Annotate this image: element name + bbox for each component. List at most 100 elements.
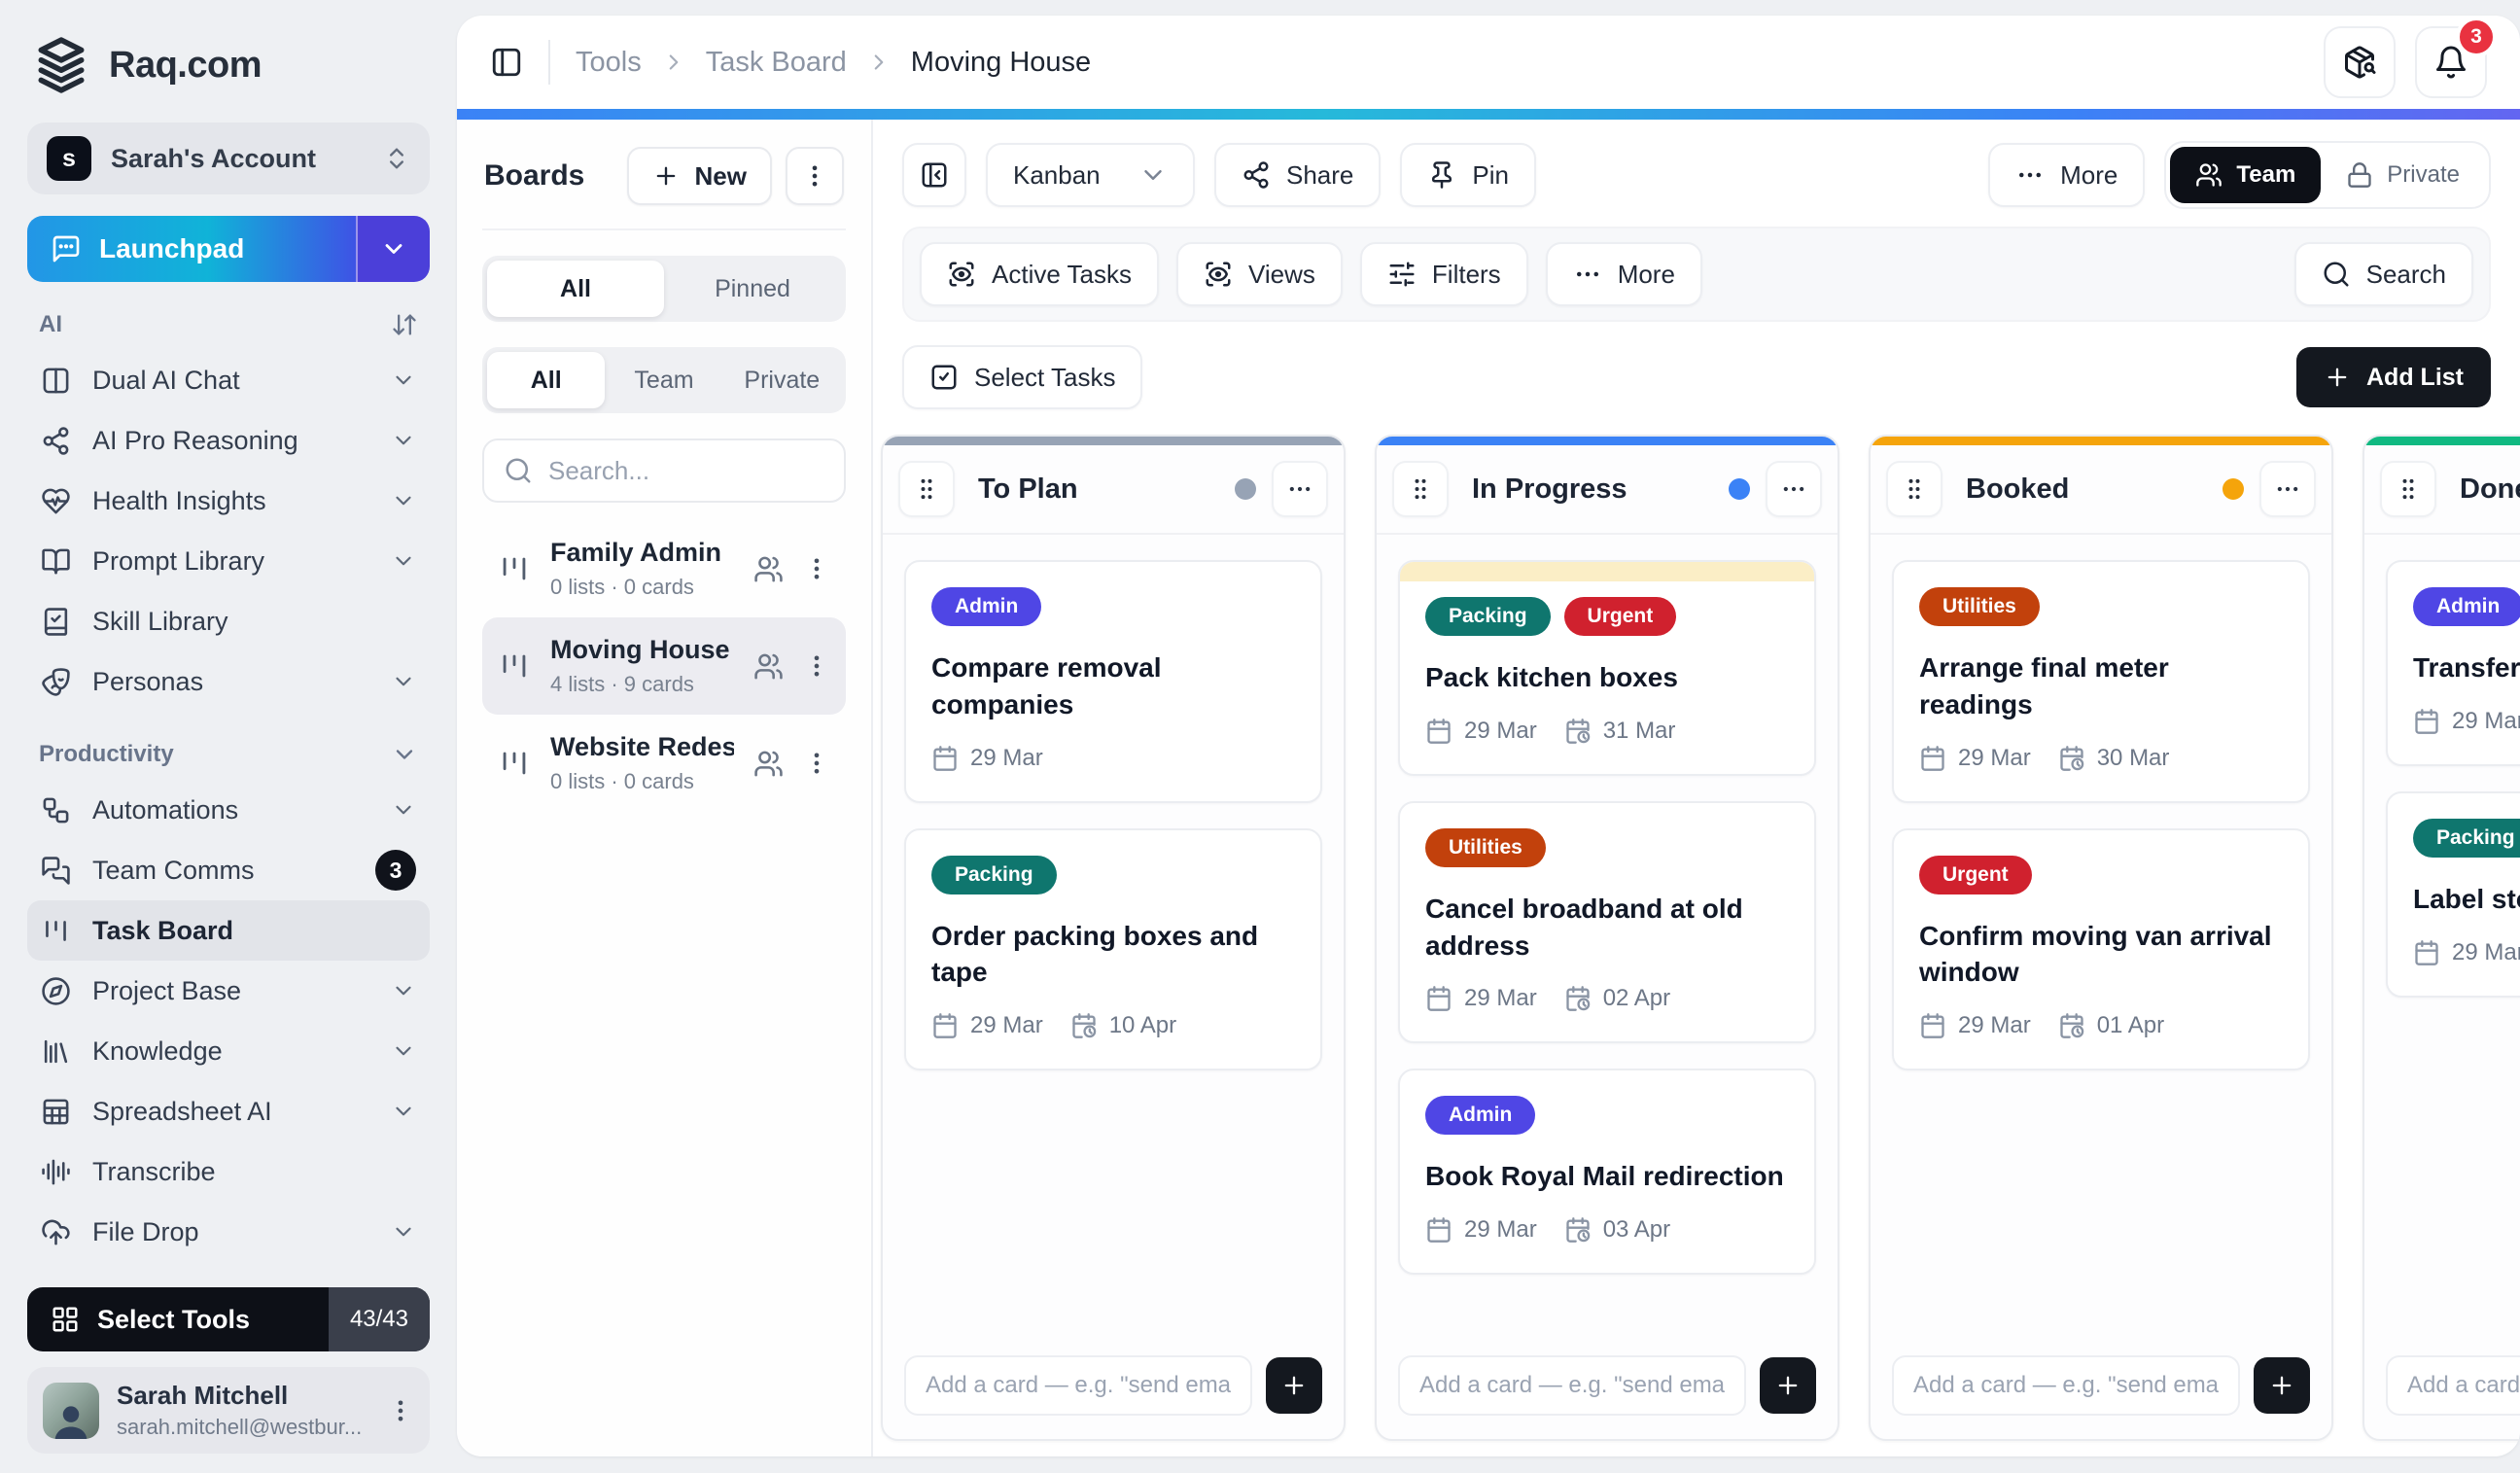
add-card-button[interactable] [2254,1357,2310,1414]
sidebar-item-automations[interactable]: Automations [27,780,430,840]
library-icon [41,1036,71,1067]
users-icon [753,651,784,682]
view-select[interactable]: Kanban [986,143,1195,207]
collapse-boards-panel-button[interactable] [902,143,966,207]
select-tools-button[interactable]: Select Tools 43/43 [27,1287,430,1351]
add-card-button[interactable] [1760,1357,1816,1414]
add-list-button[interactable]: Add List [2296,347,2491,407]
active-tasks-button[interactable]: Active Tasks [920,242,1159,306]
tab-scope-team[interactable]: Team [605,352,722,408]
tab-pinned-boards[interactable]: Pinned [664,261,841,317]
add-card-button[interactable] [1266,1357,1322,1414]
due-date: 31 Mar [1564,718,1676,745]
calendar-icon [1425,985,1452,1012]
sidebar-item-file-drop[interactable]: File Drop [27,1202,430,1262]
column-title[interactable]: Done [2452,473,2520,506]
lock-icon [2346,161,2373,189]
task-card[interactable]: Packing Label stor 29 Mar [2386,791,2520,998]
team-private-toggle: Team Private [2164,141,2491,209]
sidebar-item-project-base[interactable]: Project Base [27,961,430,1021]
column-menu-button[interactable] [1272,461,1328,517]
drag-handle[interactable] [2380,461,2436,517]
user-menu-button[interactable] [387,1397,414,1424]
task-card[interactable]: Urgent Confirm moving van arrival window… [1892,828,2310,1071]
task-card[interactable]: Utilities Cancel broadband at old addres… [1398,801,1816,1044]
boards-menu-button[interactable] [786,147,844,205]
sidebar-item-health-insights[interactable]: Health Insights [27,471,430,531]
sidebar-item-prompt-library[interactable]: Prompt Library [27,531,430,591]
calendar-icon [1919,745,1946,772]
sidebar-item-knowledge[interactable]: Knowledge [27,1021,430,1081]
sidebar-item-team-comms[interactable]: Team Comms 3 [27,840,430,900]
sidebar-item-personas[interactable]: Personas [27,651,430,712]
main-panel: Tools Task Board Moving House 3 [457,16,2520,1456]
task-card[interactable]: Admin Transfer c 29 Mar [2386,560,2520,766]
sidebar-item-transcribe[interactable]: Transcribe [27,1141,430,1202]
column-menu-button[interactable] [2259,461,2316,517]
column-title[interactable]: To Plan [970,473,1219,506]
task-card[interactable]: Packing Order packing boxes and tape 29 … [904,828,1322,1071]
select-tasks-button[interactable]: Select Tasks [902,345,1142,409]
sidebar-item-spreadsheet-ai[interactable]: Spreadsheet AI [27,1081,430,1141]
breadcrumb-task-board[interactable]: Task Board [706,47,847,79]
sidebar-item-skill-library[interactable]: Skill Library [27,591,430,651]
filters-button[interactable]: Filters [1360,242,1528,306]
sidebar-item-dual-ai-chat[interactable]: Dual AI Chat [27,350,430,410]
task-card[interactable]: Admin Book Royal Mail redirection 29 Mar… [1398,1069,1816,1275]
notifications-button[interactable]: 3 [2415,26,2487,98]
board-row-website-redesign[interactable]: Website Redesign Ta... 0 lists · 0 cards [482,715,846,812]
account-switcher[interactable]: s Sarah's Account [27,123,430,194]
share-button[interactable]: Share [1214,143,1381,207]
accent-gradient-bar [457,109,2520,120]
divider [548,40,550,85]
add-card-input[interactable] [2386,1355,2520,1416]
boards-search-input[interactable] [548,456,824,486]
board-row-family-admin[interactable]: Family Admin 0 lists · 0 cards [482,520,846,617]
drag-handle[interactable] [898,461,955,517]
toggle-team[interactable]: Team [2170,147,2321,203]
column-title[interactable]: Booked [1958,473,2207,506]
drag-handle[interactable] [1886,461,1942,517]
launchpad-button[interactable]: Launchpad [27,216,430,282]
user-card[interactable]: Sarah Mitchell sarah.mitchell@westbur... [27,1367,430,1454]
sidebar-item-task-board[interactable]: Task Board [27,900,430,961]
kebab-icon [801,162,828,190]
launchpad-expand-button[interactable] [356,216,430,282]
column-title[interactable]: In Progress [1464,473,1713,506]
tab-all-boards[interactable]: All [487,261,664,317]
chevron-right-icon [661,50,686,75]
sidebar-item-ai-pro-reasoning[interactable]: AI Pro Reasoning [27,410,430,471]
chevron-down-icon [391,428,416,453]
views-button[interactable]: Views [1176,242,1343,306]
new-board-button[interactable]: New [627,147,772,205]
column-menu-button[interactable] [1766,461,1822,517]
column-done: Done Admin Transfer c 29 [2362,435,2520,1441]
search-tasks-button[interactable]: Search [2294,242,2473,306]
add-card-input[interactable] [1892,1355,2240,1416]
board-row-menu-button[interactable] [803,750,830,777]
package-search-button[interactable] [2324,26,2396,98]
task-card[interactable]: Utilities Arrange final meter readings 2… [1892,560,2310,803]
columns-icon [41,366,71,396]
card-title: Label stor [2413,881,2520,918]
board-row-menu-button[interactable] [803,555,830,582]
section-header-productivity[interactable]: Productivity [27,712,430,780]
breadcrumb-tools[interactable]: Tools [576,47,642,79]
task-card[interactable]: Admin Compare removal companies 29 Mar [904,560,1322,803]
more-board-options-button[interactable]: More [1988,143,2145,207]
drag-handle[interactable] [1392,461,1449,517]
add-card-input[interactable] [1398,1355,1746,1416]
boards-search[interactable] [482,438,846,503]
tab-scope-private[interactable]: Private [723,352,841,408]
pin-button[interactable]: Pin [1400,143,1536,207]
sidebar-toggle-button[interactable] [490,46,523,79]
tab-scope-all[interactable]: All [487,352,605,408]
toggle-private[interactable]: Private [2321,161,2485,189]
sort-arrows-icon[interactable] [391,311,418,338]
add-card-input[interactable] [904,1355,1252,1416]
column-status-dot [1729,478,1750,500]
board-row-menu-button[interactable] [803,652,830,680]
more-filters-button[interactable]: More [1546,242,1702,306]
board-row-moving-house[interactable]: Moving House 4 lists · 9 cards [482,617,846,715]
task-card[interactable]: Packing Urgent Pack kitchen boxes 29 Mar… [1398,560,1816,776]
